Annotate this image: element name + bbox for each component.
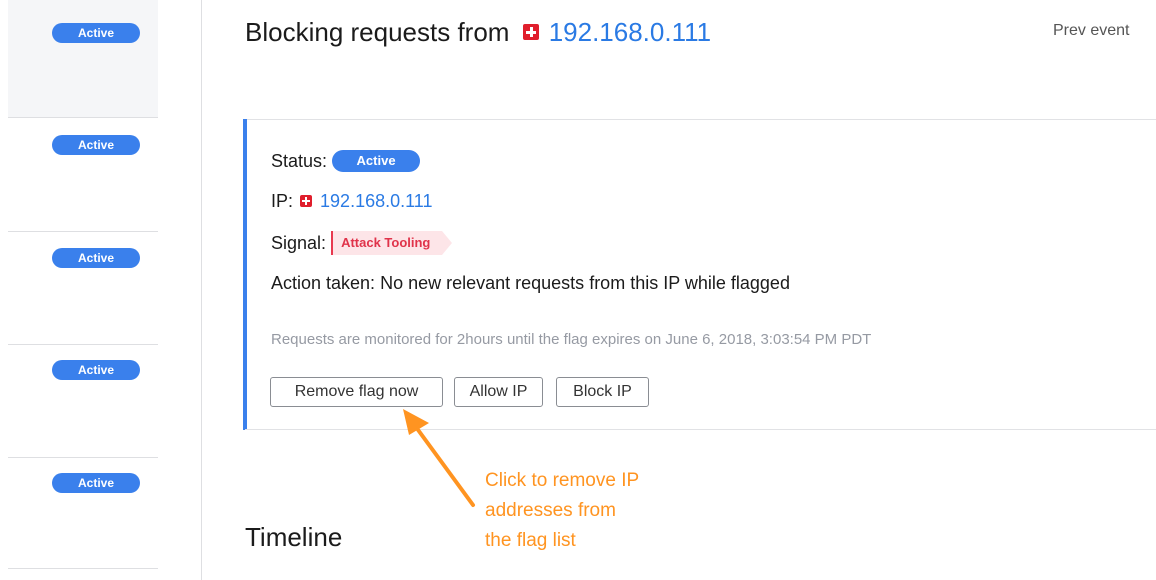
ip-label: IP: bbox=[271, 191, 294, 211]
annotation-line: addresses from bbox=[485, 500, 616, 521]
card-border-top bbox=[245, 119, 1156, 120]
ip-field: IP: 192.168.0.111 bbox=[271, 191, 432, 212]
event-list-item-selected[interactable] bbox=[8, 0, 158, 117]
card-accent-bar bbox=[243, 119, 247, 430]
status-badge[interactable]: Active bbox=[52, 360, 140, 380]
ip-link[interactable]: 192.168.0.111 bbox=[320, 191, 432, 211]
status-badge[interactable]: Active bbox=[52, 23, 140, 43]
action-value: No new relevant requests from this IP wh… bbox=[380, 273, 790, 293]
action-field: Action taken: No new relevant requests f… bbox=[271, 273, 790, 294]
timeline-heading: Timeline bbox=[245, 522, 343, 552]
swiss-flag-icon bbox=[522, 24, 539, 41]
annotation-arrow-icon bbox=[403, 409, 475, 507]
event-list-sidebar: Active Active Active Active Active bbox=[0, 0, 160, 580]
status-badge[interactable]: Active bbox=[52, 135, 140, 155]
signal-tag[interactable]: Attack Tooling bbox=[331, 230, 453, 255]
status-badge: Active bbox=[332, 149, 421, 172]
annotation-line: the flag list bbox=[485, 530, 576, 551]
panel-divider bbox=[201, 0, 202, 580]
block-ip-button[interactable]: Block IP bbox=[556, 377, 649, 407]
page-title-text: Blocking requests from bbox=[245, 17, 510, 47]
signal-label: Signal: bbox=[271, 233, 327, 253]
status-badge[interactable]: Active bbox=[52, 248, 140, 268]
status-badge[interactable]: Active bbox=[52, 473, 140, 493]
annotation-line: Click to remove IP bbox=[485, 470, 640, 491]
signal-field: Signal: Attack Tooling bbox=[271, 230, 453, 255]
status-label: Status: bbox=[271, 151, 328, 171]
list-divider bbox=[8, 568, 158, 569]
action-label: Action taken: bbox=[271, 273, 376, 293]
status-field: Status: Active bbox=[271, 149, 421, 172]
swiss-flag-icon bbox=[300, 194, 313, 207]
prev-event-link[interactable]: Prev event bbox=[1053, 22, 1129, 40]
page: Active Active Active Active Active Block… bbox=[0, 0, 1156, 580]
card-border-bottom bbox=[245, 429, 1156, 430]
page-title: Blocking requests from 192.168.0.111 bbox=[245, 12, 711, 52]
annotation-callout: Click to remove IP addresses from the fl… bbox=[485, 466, 639, 556]
title-ip-link[interactable]: 192.168.0.111 bbox=[549, 17, 711, 47]
monitor-note: Requests are monitored for 2hours until … bbox=[271, 331, 872, 348]
